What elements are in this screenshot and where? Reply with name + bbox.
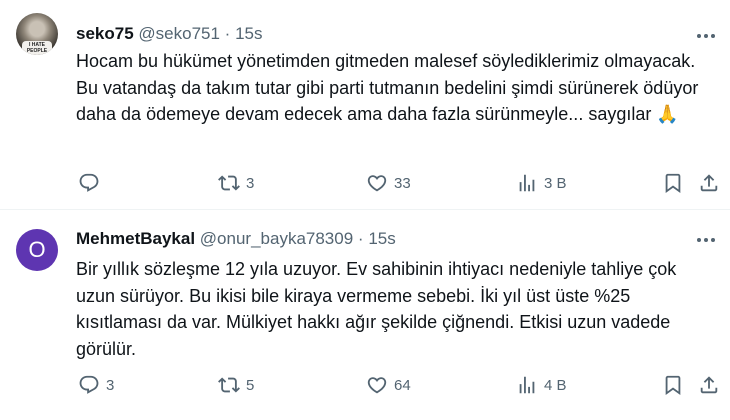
bookmark-icon <box>665 375 681 396</box>
tweet[interactable]: O MehmetBaykal @onur_bayka78309 · 15s Bi… <box>0 0 730 420</box>
tweet-header: MehmetBaykal @onur_bayka78309 · 15s <box>76 229 396 249</box>
views-button[interactable]: 4 B <box>516 370 567 400</box>
action-bar: 3 5 64 4 B <box>66 370 726 400</box>
author-name[interactable]: MehmetBaykal <box>76 229 195 248</box>
heart-icon <box>367 377 387 394</box>
like-button[interactable]: 64 <box>366 370 411 400</box>
view-count: 4 B <box>544 376 567 394</box>
avatar-letter: O <box>16 229 58 271</box>
tweet-text: Bir yıllık sözleşme 12 yıla uzuyor. Ev s… <box>76 259 677 359</box>
retweet-count: 5 <box>246 376 255 394</box>
retweet-icon <box>218 377 240 393</box>
share-icon <box>700 376 718 394</box>
retweet-button[interactable]: 5 <box>218 370 254 400</box>
reply-button[interactable]: 3 <box>78 370 114 400</box>
like-count: 64 <box>394 376 411 394</box>
avatar[interactable]: O <box>16 229 58 271</box>
separator-dot: · <box>357 229 364 248</box>
reply-icon <box>79 375 99 394</box>
reply-count: 3 <box>106 376 115 394</box>
share-button[interactable] <box>698 370 720 400</box>
more-options-icon[interactable] <box>694 230 718 250</box>
analytics-icon <box>519 376 535 394</box>
bookmark-button[interactable] <box>662 370 684 400</box>
timestamp[interactable]: 15s <box>368 229 395 248</box>
author-handle[interactable]: @onur_bayka78309 <box>200 229 353 248</box>
